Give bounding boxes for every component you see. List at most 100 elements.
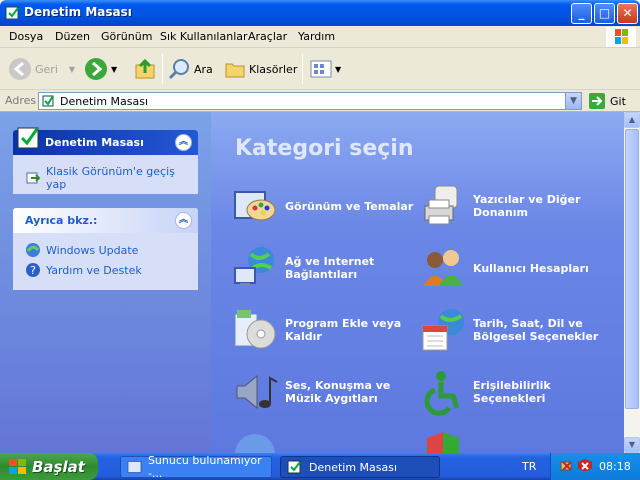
toolbar: Geri ▼ ▼ Ara Klasörler ▼: [0, 48, 640, 90]
help-icon: ?: [26, 263, 40, 277]
windows-update-link[interactable]: Windows Update: [25, 242, 138, 258]
maximize-button[interactable]: □: [594, 3, 615, 24]
category-sound[interactable]: Ses, Konuşma ve Müzik Aygıtları: [231, 368, 415, 416]
windows-update-icon: [26, 243, 40, 257]
classic-view-label: Klasik Görünüm'e geçiş yap: [45, 165, 175, 191]
switch-view-icon: [26, 172, 41, 184]
menu-duzen[interactable]: Düzen: [55, 30, 90, 43]
category-label: Erişilebilirlik Seçenekleri: [473, 379, 551, 405]
back-label: Geri: [35, 62, 58, 76]
task-pane: Denetim Masası ︽ Klasik Görünüm'e geçiş …: [0, 112, 211, 453]
panel-header[interactable]: Denetim Masası ︽: [13, 127, 198, 155]
category-label: Program Ekle veya Kaldır: [285, 317, 402, 343]
collapse-chevron-icon[interactable]: ︽: [175, 212, 192, 229]
category-label: Kullanıcı Hesapları: [473, 261, 589, 275]
menu-favorites[interactable]: Sık Kullanılanlar: [160, 30, 248, 43]
see-also-box: Ayrıca bkz.: ︽ Windows Update ? Yardım v…: [13, 208, 198, 290]
date-time-icon: [422, 309, 464, 351]
views-dropdown-icon: ▼: [335, 64, 342, 74]
back-dropdown-icon[interactable]: ▼: [69, 65, 75, 74]
close-button[interactable]: ✕: [617, 3, 638, 24]
folders-icon: [225, 63, 245, 78]
category-network[interactable]: Ağ ve Internet Bağlantıları: [231, 244, 415, 292]
forward-button[interactable]: ▼: [84, 54, 117, 84]
collapse-chevron-icon[interactable]: ︽: [175, 134, 192, 151]
control-panel-small-icon: [42, 95, 54, 107]
task-label: Denetim Masası: [309, 460, 398, 474]
scroll-up-icon[interactable]: ▲: [624, 112, 640, 128]
category-heading: Kategori seçin: [235, 136, 414, 161]
windows-logo-icon: [606, 27, 636, 47]
views-button[interactable]: ▼: [310, 54, 341, 84]
control-panel-window: Denetim Masası _ □ ✕ Dosya Düzen Görünüm…: [0, 0, 640, 453]
help-support-label: Yardım ve Destek: [46, 263, 142, 277]
category-label: Görünüm ve Temalar: [285, 199, 414, 213]
scroll-thumb[interactable]: [625, 129, 639, 409]
menu-gorunum[interactable]: Görünüm: [101, 30, 152, 43]
svg-text:?: ?: [30, 264, 36, 277]
performance-icon: [235, 434, 275, 453]
up-folder-button[interactable]: [133, 54, 157, 84]
category-users[interactable]: Kullanıcı Hesapları: [419, 244, 603, 292]
network-icon: [234, 247, 274, 286]
go-button[interactable]: Git: [588, 92, 626, 110]
category-label: Tarih, Saat, Dil ve Bölgesel Seçenekler: [473, 317, 599, 343]
see-also-header[interactable]: Ayrıca bkz.: ︽: [13, 208, 198, 233]
panel2-title: Ayrıca bkz.:: [25, 214, 98, 227]
sound-icon: [236, 374, 278, 410]
back-arrow-icon: [9, 58, 31, 80]
category-label: Ses, Konuşma ve Müzik Aygıtları: [285, 379, 391, 405]
users-icon: [423, 250, 463, 286]
search-button[interactable]: Ara: [167, 54, 213, 84]
ie-icon: [127, 460, 142, 474]
accessibility-icon: [424, 371, 460, 416]
menu-yardim[interactable]: Yardım: [298, 30, 335, 43]
taskbar-item-browser[interactable]: Sunucu bulunamıyor -...: [120, 454, 272, 480]
address-label: Adres: [5, 94, 37, 107]
category-appearance[interactable]: Görünüm ve Temalar: [231, 182, 415, 230]
appearance-icon: [234, 191, 276, 221]
menu-araclar[interactable]: Araçlar: [248, 30, 287, 43]
category-label: Ağ ve Internet Bağlantıları: [285, 255, 375, 281]
forward-arrow-icon: [85, 58, 107, 80]
category-printers[interactable]: Yazıcılar ve Diğer Donanım: [419, 182, 603, 230]
folders-label: Klasörler: [249, 62, 298, 76]
category-date-time[interactable]: Tarih, Saat, Dil ve Bölgesel Seçenekler: [419, 306, 603, 354]
language-indicator[interactable]: TR: [522, 460, 536, 473]
address-bar: Adres Denetim Masası ▼ Git: [0, 90, 640, 112]
taskbar: Başlat Sunucu bulunamıyor -... Denetim M…: [0, 453, 640, 480]
back-button[interactable]: Geri ▼: [8, 54, 75, 84]
task-label: Sunucu bulunamıyor -...: [147, 454, 262, 480]
panel1-title: Denetim Masası: [45, 136, 144, 149]
address-dropdown-icon[interactable]: ▼: [565, 93, 581, 109]
forward-dropdown-icon[interactable]: ▼: [111, 65, 117, 74]
category-label: Yazıcılar ve Diğer Donanım: [473, 193, 581, 219]
classic-view-link[interactable]: Klasik Görünüm'e geçiş yap: [25, 165, 198, 191]
security-alert-icon[interactable]: [577, 458, 593, 474]
control-panel-icon: [5, 6, 19, 20]
search-icon: [168, 59, 189, 80]
start-label: Başlat: [32, 457, 85, 476]
start-button[interactable]: Başlat: [0, 453, 98, 480]
taskbar-item-control-panel[interactable]: Denetim Masası: [280, 456, 440, 478]
folders-button[interactable]: Klasörler: [224, 54, 297, 84]
network-tray-icon[interactable]: [559, 458, 575, 474]
category-add-remove[interactable]: Program Ekle veya Kaldır: [231, 306, 415, 354]
minimize-button[interactable]: _: [571, 3, 592, 24]
up-folder-icon: [135, 58, 155, 79]
help-support-link[interactable]: ? Yardım ve Destek: [25, 262, 142, 278]
add-remove-icon: [234, 310, 276, 349]
address-input[interactable]: Denetim Masası ▼: [38, 92, 582, 110]
control-panel-box: Denetim Masası ︽ Klasik Görünüm'e geçiş …: [13, 127, 198, 194]
menu-dosya[interactable]: Dosya: [9, 30, 43, 43]
clock: 08:18: [599, 460, 631, 473]
scroll-down-icon[interactable]: ▼: [624, 437, 640, 453]
window-title: Denetim Masası: [24, 5, 132, 19]
address-value: Denetim Masası: [60, 95, 149, 108]
views-icon: [310, 60, 332, 78]
windows-flag-icon: [9, 458, 26, 474]
title-bar[interactable]: Denetim Masası _ □ ✕: [0, 0, 640, 26]
category-accessibility[interactable]: Erişilebilirlik Seçenekleri: [419, 368, 603, 416]
search-label: Ara: [194, 62, 213, 76]
vertical-scrollbar[interactable]: ▲ ▼: [624, 112, 640, 453]
